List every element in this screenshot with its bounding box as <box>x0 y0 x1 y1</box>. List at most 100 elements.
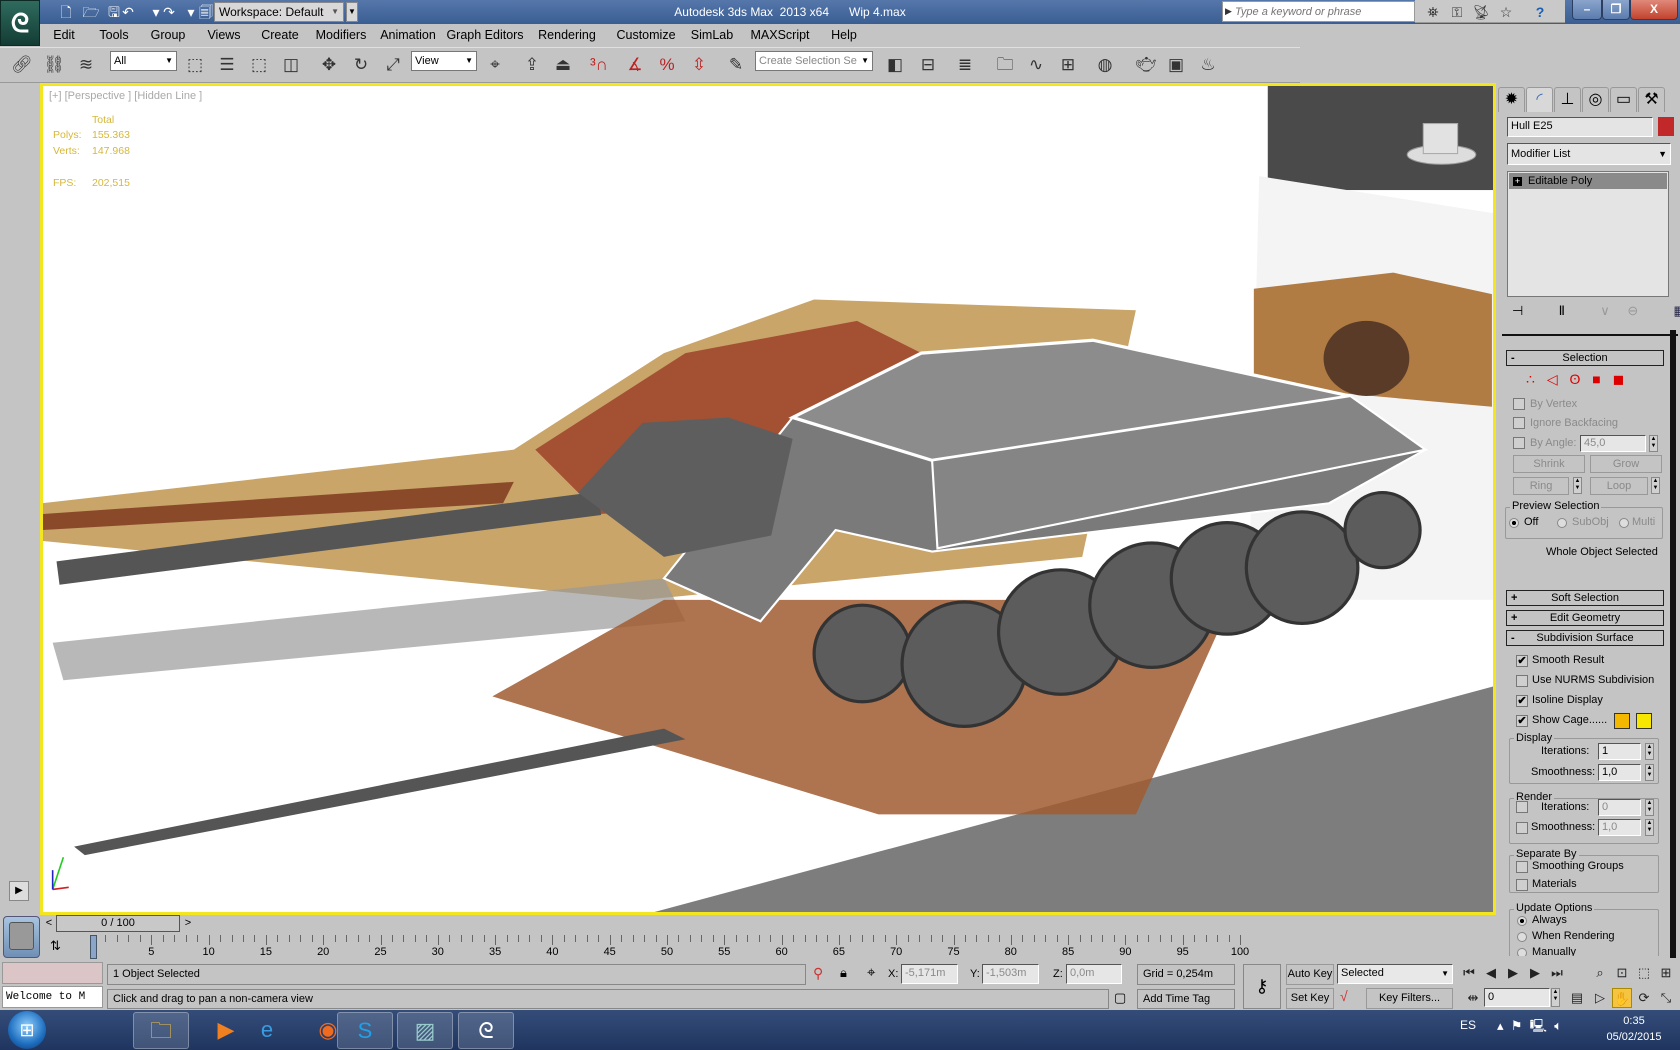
zoom-extents-all-button[interactable]: ⊞ <box>1656 963 1676 983</box>
render-smoothness-checkbox[interactable] <box>1516 822 1528 834</box>
set-key-mode-icon[interactable]: ⚷ <box>1243 964 1281 1009</box>
set-key-button[interactable]: Set Key <box>1286 988 1334 1009</box>
object-name-field[interactable]: Hull E25 <box>1507 117 1653 137</box>
display-iterations-spinner[interactable]: ▲ ▼ <box>1645 743 1654 760</box>
help-icon[interactable]: ? <box>1530 3 1550 21</box>
show-end-result-icon[interactable]: Ⅱ <box>1559 303 1565 318</box>
render-smoothness-spinner[interactable]: ▲ ▼ <box>1645 819 1654 836</box>
go-to-end-button[interactable]: ⏭ <box>1547 963 1567 983</box>
display-smoothness-field[interactable]: 1,0 <box>1598 764 1641 781</box>
menu-group[interactable]: Group <box>151 26 186 44</box>
display-smoothness-spinner[interactable]: ▲ ▼ <box>1645 764 1654 781</box>
zoom-extents-button[interactable]: ⊡ <box>1612 963 1632 983</box>
current-frame-marker[interactable] <box>90 935 97 959</box>
key-icon[interactable]: ⚿ <box>1447 3 1467 21</box>
search-input[interactable] <box>1235 4 1411 20</box>
track-bar[interactable]: 0510152025303540455055606570758085909510… <box>90 935 1500 961</box>
angle-spinner[interactable]: ▲ ▼ <box>1649 435 1658 452</box>
preview-multi-radio[interactable] <box>1619 518 1629 528</box>
tab-modify[interactable]: ◜ <box>1526 87 1553 112</box>
menu-animation[interactable]: Animation <box>380 26 436 44</box>
by-angle-checkbox[interactable] <box>1513 437 1525 449</box>
show-hidden-icons[interactable]: ▴ <box>1497 1018 1504 1033</box>
maxscript-listener-white[interactable]: Welcome to M <box>2 986 103 1008</box>
next-frame-button[interactable]: > <box>181 915 195 932</box>
y-coordinate-field[interactable]: -1,503m <box>982 964 1039 984</box>
window-crossing-button[interactable]: ◫ <box>279 53 303 77</box>
rollout-selection-header[interactable]: - Selection <box>1506 350 1664 366</box>
maxscript-listener-pink[interactable] <box>2 962 103 984</box>
menu-customize[interactable]: Customize <box>616 26 675 44</box>
schematic-view-button[interactable]: ⊞ <box>1056 53 1080 77</box>
field-of-view-button[interactable]: ▷ <box>1590 988 1610 1008</box>
angle-field[interactable]: 45,0 <box>1580 435 1646 452</box>
key-mode-dropdown[interactable]: Selected ▼ <box>1337 964 1453 984</box>
selection-filter-dropdown[interactable]: All ▼ <box>110 51 177 71</box>
auto-key-button[interactable]: Auto Key <box>1286 964 1334 985</box>
update-manually-radio[interactable] <box>1517 948 1527 956</box>
network-icon[interactable]: 🖳︎ <box>1530 1018 1547 1033</box>
rollout-subdivision-surface-header[interactable]: - Subdivision Surface <box>1506 630 1664 646</box>
use-nurms-checkbox[interactable] <box>1516 675 1528 687</box>
ring-button[interactable]: Ring <box>1513 477 1569 495</box>
mirror-button[interactable]: ◧ <box>883 53 907 77</box>
new-icon[interactable]: 🗋 <box>57 3 75 21</box>
go-to-start-button[interactable]: ⏮ <box>1459 963 1479 983</box>
select-by-name-button[interactable]: ☰ <box>215 53 239 77</box>
smooth-result-checkbox[interactable]: ✔ <box>1516 655 1528 667</box>
add-time-tag-button[interactable]: Add Time Tag <box>1137 989 1235 1009</box>
z-coordinate-field[interactable]: 0,0m <box>1066 964 1122 984</box>
menu-create[interactable]: Create <box>261 26 299 44</box>
time-slider[interactable]: 0 / 100 <box>56 915 180 932</box>
next-key-button[interactable]: ▶ <box>1525 963 1545 983</box>
ring-spinner[interactable]: ▲ ▼ <box>1573 477 1582 494</box>
move-button[interactable]: ✥ <box>317 53 341 77</box>
open-mini-curve-editor-icon[interactable]: ⇅ <box>50 938 61 954</box>
border-icon[interactable]: ʘ <box>1569 371 1580 387</box>
edit-named-selection-button[interactable]: ✎ <box>724 53 748 77</box>
manipulate-button[interactable]: ⇪ <box>520 53 544 77</box>
render-iterations-field[interactable]: 0 <box>1598 799 1641 816</box>
time-configuration-button[interactable]: ▤ <box>1567 988 1587 1008</box>
unlink-button[interactable]: ⛓ <box>42 53 66 77</box>
absolute-mode-icon[interactable]: ⌖ <box>867 964 875 981</box>
previous-frame-button[interactable]: < <box>42 915 56 932</box>
preview-off-radio[interactable] <box>1509 518 1519 528</box>
search-box[interactable]: ▶ <box>1222 1 1415 22</box>
binoculars-icon[interactable]: ⛯ <box>1423 3 1443 21</box>
shrink-button[interactable]: Shrink <box>1513 455 1585 473</box>
by-vertex-checkbox[interactable] <box>1513 398 1525 410</box>
command-panel-scrollbar[interactable] <box>1670 330 1676 958</box>
taskbar-skype[interactable]: S <box>337 1012 393 1049</box>
show-cage-checkbox[interactable]: ✔ <box>1516 715 1528 727</box>
render-button[interactable]: ♨ <box>1196 53 1220 77</box>
undo-icon[interactable]: ↶ <box>119 3 137 21</box>
play-button[interactable]: ▶ <box>1503 963 1523 983</box>
update-always-radio[interactable] <box>1517 916 1527 926</box>
start-button[interactable]: ⊞ <box>8 1011 46 1049</box>
configure-modifier-sets-icon[interactable]: ▦ <box>1673 303 1680 318</box>
stack-item-editable-poly[interactable]: + Editable Poly <box>1509 173 1667 189</box>
angle-snap-button[interactable]: ∡ <box>623 53 647 77</box>
layer-manager-button[interactable]: ≣ <box>953 53 977 77</box>
workspace-dropdown[interactable]: Workspace: Default ▼ <box>214 2 344 22</box>
menu-maxscript[interactable]: MAXScript <box>750 26 809 44</box>
loop-spinner[interactable]: ▲ ▼ <box>1651 477 1660 494</box>
menu-help[interactable]: Help <box>831 26 857 44</box>
key-filters-button[interactable]: Key Filters... <box>1366 988 1453 1009</box>
mini-curve-editor-toggle[interactable] <box>3 916 40 958</box>
grow-button[interactable]: Grow <box>1590 455 1662 473</box>
maximize-viewport-button[interactable]: ⤡ <box>1656 988 1676 1008</box>
tab-hierarchy[interactable]: ⊥ <box>1554 87 1581 112</box>
taskbar-3dsmax[interactable]: ᘓ <box>458 1012 514 1049</box>
spinner-snap-button[interactable]: ⇳ <box>687 53 711 77</box>
menu-edit[interactable]: Edit <box>53 26 75 44</box>
tab-create[interactable]: ✹ <box>1498 87 1525 112</box>
x-coordinate-field[interactable]: -5,171m <box>901 964 958 984</box>
menu-simlab[interactable]: SimLab <box>691 26 733 44</box>
zoom-button[interactable]: ⌕ <box>1590 963 1610 983</box>
menu-graph-editors[interactable]: Graph Editors <box>446 26 523 44</box>
menu-views[interactable]: Views <box>207 26 240 44</box>
input-language[interactable]: ES <box>1460 1018 1476 1032</box>
render-setup-button[interactable]: 🫖︎ <box>1134 53 1158 77</box>
